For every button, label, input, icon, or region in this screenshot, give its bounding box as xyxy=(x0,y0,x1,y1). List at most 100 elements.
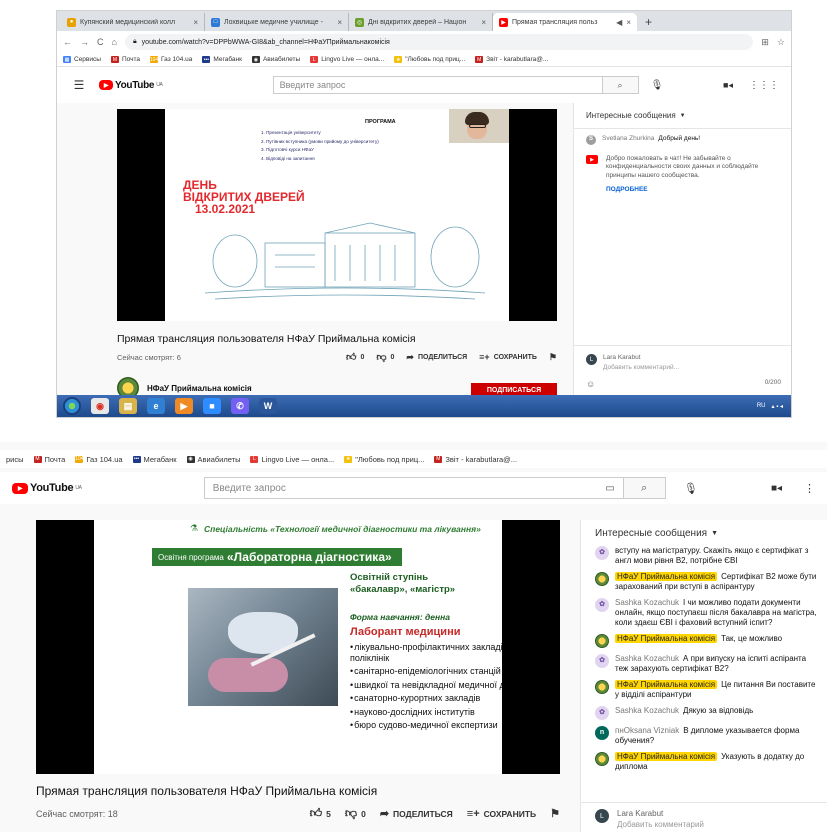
search-input[interactable]: Введите запрос xyxy=(272,76,603,94)
thumbs-up-icon: 👍︎ xyxy=(309,806,323,820)
video-player[interactable]: ПРОГРАМА 1. Презентація університету 2. … xyxy=(117,109,557,321)
bookmark-item[interactable]: M Звіт - karabutlara@... xyxy=(475,56,548,63)
bookmark-item[interactable]: рисы xyxy=(6,455,24,464)
bookmark-item[interactable]: ◉ Авиабилеты xyxy=(251,56,300,63)
close-icon[interactable]: × xyxy=(193,18,198,27)
create-video-icon[interactable]: ■◂ xyxy=(723,80,733,91)
install-icon[interactable]: ⊞ xyxy=(761,37,769,48)
program-band: Освітня програма «Лабораторна діагностика… xyxy=(152,548,402,566)
audio-icon[interactable]: ◀ xyxy=(616,18,622,27)
video-meta: Сейчас смотрят: 6 👍︎ 0 👎︎ 0 ➦ ПОДЕЛИТЬСЯ ≡+… xyxy=(117,351,557,364)
bookmark-item[interactable]: ★ "Любовь под приц... xyxy=(344,455,424,464)
zoom-icon[interactable]: ■ xyxy=(203,398,221,414)
workplace-list: лікувально-профілактичних закладів, полі… xyxy=(350,642,502,734)
viber-icon[interactable]: ✆ xyxy=(231,398,249,414)
browser-tab-2[interactable]: □ Лохвицьке медичне училище - × xyxy=(205,13,349,31)
close-icon[interactable]: × xyxy=(626,18,631,27)
youtube-logo[interactable]: ▶ YouTube UA xyxy=(12,482,82,494)
playlist-add-icon: ≡+ xyxy=(466,807,480,820)
chat-author[interactable]: Sashka Kozachuk xyxy=(615,654,679,663)
search-icon: ⌕ xyxy=(641,481,648,494)
bookmark-item[interactable]: ◉ Авиабилеты xyxy=(186,455,240,464)
chat-header[interactable]: Интересные сообщения ▼ xyxy=(574,103,791,129)
search-button[interactable]: ⌕ xyxy=(623,477,666,499)
close-icon[interactable]: × xyxy=(481,18,486,27)
emoji-icon[interactable]: ☺ xyxy=(586,379,595,389)
star-icon[interactable]: ☆ xyxy=(777,37,785,48)
word-icon[interactable]: W xyxy=(259,398,277,414)
chat-input[interactable]: Добавить комментарий xyxy=(617,820,704,829)
browser-tab-3[interactable]: ◎ Дні відкритих дверей – Націон × xyxy=(349,13,493,31)
location-pin-icon: ● xyxy=(67,17,76,27)
bookmark-item[interactable]: ▦ Сервисы xyxy=(63,56,101,63)
bookmark-item[interactable]: ••• Мегабанк xyxy=(202,56,242,63)
video-player[interactable]: ⚗ Спеціальність «Технології медичної діа… xyxy=(36,520,560,774)
address-input[interactable]: 🔒︎ youtube.com/watch?v=DPPbWWA-GI8&ab_cha… xyxy=(124,34,754,50)
avatar: L xyxy=(586,354,597,365)
bookmark-item[interactable]: L Lingvo Live — онла... xyxy=(310,56,384,63)
bookmarks-bar: ▦ Сервисы M Почта 104 Газ 104.ua ••• Мегабанк ◉ А… xyxy=(57,53,791,67)
dislike-button[interactable]: 👎︎ 0 xyxy=(345,806,366,821)
site-icon: ◎ xyxy=(355,17,364,27)
back-icon[interactable]: ← xyxy=(63,37,72,47)
bookmark-item[interactable]: M Звіт - karabutlara@... xyxy=(434,455,517,464)
like-button[interactable]: 👍︎ 0 xyxy=(346,351,364,363)
chat-author[interactable]: НФаУ Приймальна комісія xyxy=(615,634,718,643)
learn-more-link[interactable]: ПОДРОБНЕЕ xyxy=(606,186,781,193)
bookmark-item[interactable]: 104 Газ 104.ua xyxy=(75,455,122,464)
chat-author[interactable]: НФаУ Приймальна комісія xyxy=(615,680,718,689)
bookmark-item[interactable]: 104 Газ 104.ua xyxy=(150,56,192,63)
report-button[interactable]: ⚑ xyxy=(549,352,557,363)
bookmark-item[interactable]: M Почта xyxy=(33,455,65,464)
media-player-icon[interactable]: ▶ xyxy=(175,398,193,414)
browser-tab-4[interactable]: ▶ Прямая трансляция польз ◀ × xyxy=(493,13,637,31)
channel-name[interactable]: НФаУ Приймальна комісія xyxy=(147,384,252,393)
chat-header[interactable]: Интересные сообщения ▼ xyxy=(581,520,827,546)
bookmark-item[interactable]: ••• Мегабанк xyxy=(132,455,177,464)
keyboard-icon[interactable]: ▭ xyxy=(605,483,614,494)
open-day-heading: ДЕНЬ ВІДКРИТИХ ДВЕРЕЙ 13.02.2021 xyxy=(183,178,305,216)
bookmark-item[interactable]: ★ "Любовь под приц... xyxy=(394,56,465,63)
browser-tab-1[interactable]: ● Купянский медицинский колл × xyxy=(61,13,205,31)
bookmark-item[interactable]: L Lingvo Live — онла... xyxy=(250,455,334,464)
share-button[interactable]: ➦ ПОДЕЛИТЬСЯ xyxy=(406,352,467,363)
home-icon[interactable]: ⌂ xyxy=(112,37,117,47)
address-bar-row: ← → C ⌂ 🔒︎ youtube.com/watch?v=DPPbWWA-GI… xyxy=(57,31,791,53)
internet-explorer-icon[interactable]: e xyxy=(147,398,165,414)
microphone-icon[interactable]: 🎙︎ xyxy=(684,482,698,495)
microphone-icon[interactable]: 🎙︎ xyxy=(651,80,664,91)
youtube-icon: ▶ xyxy=(499,17,508,27)
apps-grid-icon[interactable]: ⋮⋮⋮ xyxy=(749,80,779,91)
chat-notice: ▶ Добро пожаловать в чат! Не забывайте о… xyxy=(586,155,781,193)
file-explorer-icon[interactable]: ▤ xyxy=(119,398,137,414)
chat-author[interactable]: пнOksana Vizniak xyxy=(615,726,679,735)
chat-author[interactable]: НФаУ Приймальна комісія xyxy=(615,572,718,581)
chat-author[interactable]: НФаУ Приймальна комісія xyxy=(615,752,718,761)
chat-author[interactable]: Sashka Kozachuk xyxy=(615,598,679,607)
youtube-logo[interactable]: ▶ YouTube UA xyxy=(99,80,163,91)
start-button[interactable] xyxy=(63,397,81,415)
save-button[interactable]: ≡+ СОХРАНИТЬ xyxy=(479,352,537,362)
search-input[interactable]: Введите запрос ▭ xyxy=(203,477,624,499)
more-icon[interactable]: ⋮ xyxy=(804,482,815,495)
avatar: ✿ xyxy=(595,706,609,720)
bookmark-item[interactable]: M Почта xyxy=(110,56,140,63)
create-video-icon[interactable]: ■◂ xyxy=(771,483,782,494)
report-button[interactable]: ⚑ xyxy=(550,807,560,820)
chat-author[interactable]: Sashka Kozachuk xyxy=(615,706,679,715)
save-button[interactable]: ≡+ СОХРАНИТЬ xyxy=(467,808,536,820)
menu-icon[interactable]: ☰ xyxy=(69,78,89,92)
dislike-button[interactable]: 👎︎ 0 xyxy=(376,351,394,363)
program-title: ПРОГРАМА xyxy=(365,119,396,125)
chrome-icon[interactable]: ◉ xyxy=(91,398,109,414)
bookmark-icon: ★ xyxy=(344,455,353,463)
like-button[interactable]: 👍︎ 5 xyxy=(310,806,331,821)
reload-icon[interactable]: C xyxy=(97,37,104,47)
forward-icon[interactable]: → xyxy=(80,37,89,47)
share-button[interactable]: ➦ ПОДЕЛИТЬСЯ xyxy=(380,807,453,820)
search-button[interactable]: ⌕ xyxy=(602,76,639,94)
chat-input[interactable]: Добавить комментарий... xyxy=(603,364,679,371)
close-icon[interactable]: × xyxy=(337,18,342,27)
tray-icons[interactable]: ▴ ▪ ◂ xyxy=(772,403,783,410)
new-tab-button[interactable]: + xyxy=(637,15,660,31)
